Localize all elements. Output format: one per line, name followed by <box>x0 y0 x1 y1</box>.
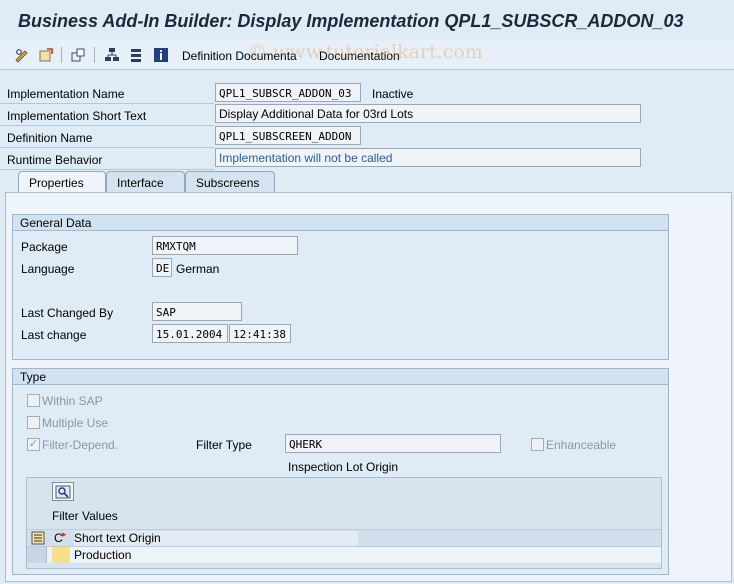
pencil-glasses-icon[interactable] <box>14 47 30 63</box>
row-short-text-cell: Production <box>74 548 132 562</box>
multiple-use-checkbox[interactable] <box>27 416 40 429</box>
row-code-cell[interactable] <box>52 547 70 563</box>
last-change-label: Last change <box>21 328 87 342</box>
definition-name-label: Definition Name <box>0 127 214 148</box>
enhanceable-checkbox[interactable] <box>531 438 544 451</box>
short-text-label: Implementation Short Text <box>0 105 214 126</box>
within-sap-checkbox[interactable] <box>27 394 40 407</box>
tab-interface[interactable]: Interface <box>106 171 185 192</box>
row-selector[interactable] <box>27 547 47 563</box>
page-title: Business Add-In Builder: Display Impleme… <box>18 11 684 31</box>
list-icon[interactable] <box>128 47 144 63</box>
filter-depend-label: Filter-Depend. <box>42 438 119 452</box>
column-marker-icon: ▸ <box>62 529 67 539</box>
general-data-heading: General Data <box>13 215 668 231</box>
within-sap-label: Within SAP <box>42 394 103 408</box>
package-label: Package <box>21 240 68 254</box>
filter-type-description: Inspection Lot Origin <box>288 460 399 474</box>
general-data-group: General Data <box>12 214 669 360</box>
table-header-row: C ▸ Short text Origin <box>27 529 661 547</box>
type-heading: Type <box>13 369 668 385</box>
implementation-name-label: Implementation Name <box>0 83 214 104</box>
filter-type-field[interactable]: QHERK <box>285 434 501 453</box>
info-icon[interactable] <box>153 47 169 63</box>
hierarchy-icon[interactable] <box>104 47 120 63</box>
select-all-icon[interactable] <box>30 530 46 546</box>
runtime-behavior-label: Runtime Behavior <box>0 149 214 170</box>
filter-depend-checkbox[interactable]: ✓ <box>27 438 40 451</box>
toolbar-separator <box>61 47 62 63</box>
implementation-status: Inactive <box>372 87 414 101</box>
tab-properties[interactable]: Properties <box>18 171 106 193</box>
magnifier-icon[interactable] <box>52 482 74 501</box>
filter-values-table: Filter Values C ▸ Short text Origin Prod… <box>26 477 662 569</box>
column-header-short-text[interactable]: Short text Origin <box>74 531 358 547</box>
language-label: Language <box>21 262 75 276</box>
table-row[interactable]: Production <box>27 546 661 563</box>
filter-type-label: Filter Type <box>196 438 252 452</box>
multiple-use-label: Multiple Use <box>42 416 109 430</box>
toolbar-separator <box>94 47 95 63</box>
watermark: © www.tutorialkart.com <box>248 41 483 63</box>
short-text-field[interactable]: Display Additional Data for 03rd Lots <box>215 104 641 123</box>
other-object-icon[interactable] <box>70 47 86 63</box>
activate-icon[interactable] <box>38 47 54 63</box>
definition-name-field[interactable]: QPL1_SUBSCREEN_ADDON <box>215 126 361 145</box>
runtime-behavior-link[interactable]: Implementation will not be called <box>215 148 641 167</box>
filter-values-heading: Filter Values <box>52 509 118 523</box>
title-bar: Business Add-In Builder: Display Impleme… <box>0 0 734 40</box>
enhanceable-label: Enhanceable <box>546 438 617 452</box>
tab-subscreens[interactable]: Subscreens <box>185 171 275 192</box>
package-field[interactable]: RMXTQM <box>152 236 298 255</box>
tab-strip: Properties Interface Subscreens <box>0 171 734 193</box>
last-changed-by-label: Last Changed By <box>21 306 114 320</box>
last-changed-by-field[interactable]: SAP <box>152 302 242 321</box>
language-name: German <box>176 262 220 276</box>
last-change-date-field[interactable]: 15.01.2004 <box>152 324 228 343</box>
column-header-short-text-label: Short text Origin <box>74 531 161 545</box>
last-change-time-field[interactable]: 12:41:38 <box>229 324 291 343</box>
implementation-name-field[interactable]: QPL1_SUBSCR_ADDON_03 <box>215 83 361 102</box>
language-code-field[interactable]: DE <box>152 258 172 277</box>
